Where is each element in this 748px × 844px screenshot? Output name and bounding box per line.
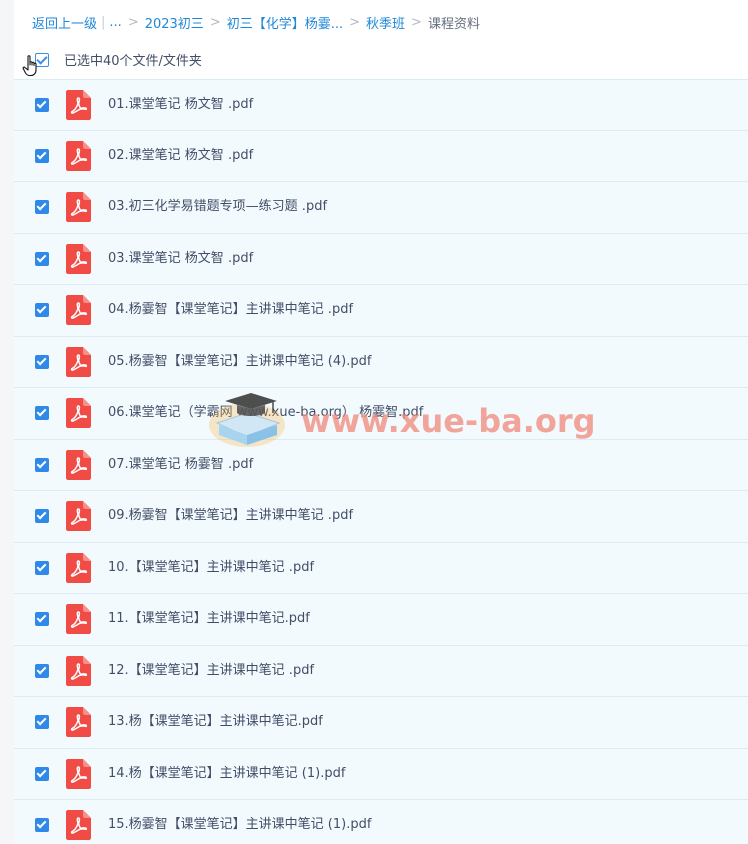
select-all-checkbox[interactable]: [35, 53, 49, 67]
file-row[interactable]: 10.【课堂笔记】主讲课中笔记 .pdf: [14, 542, 748, 594]
row-checkbox[interactable]: [35, 200, 49, 215]
pdf-icon: [66, 810, 91, 841]
selection-count-label: 已选中40个文件/文件夹: [64, 54, 202, 69]
file-row[interactable]: 05.杨霎智【课堂笔记】主讲课中笔记 (4).pdf: [14, 336, 748, 388]
pdf-icon: [66, 140, 91, 171]
left-rail: [0, 0, 14, 844]
row-checkbox[interactable]: [35, 354, 49, 369]
breadcrumb: 返回上一级 | ... > 2023初三 > 初三【化学】杨霎... > 秋季班…: [32, 12, 480, 32]
breadcrumb-ellipsis[interactable]: ...: [109, 15, 121, 30]
file-row[interactable]: 12.【课堂笔记】主讲课中笔记 .pdf: [14, 645, 748, 697]
back-link[interactable]: 返回上一级: [32, 13, 97, 32]
row-checkbox[interactable]: [35, 715, 49, 730]
pdf-icon: [66, 295, 91, 326]
pdf-icon: [66, 604, 91, 635]
row-checkbox[interactable]: [35, 148, 49, 163]
file-name: 03.初三化学易错题专项—练习题 .pdf: [108, 199, 328, 215]
pdf-icon: [66, 89, 91, 120]
file-row[interactable]: 13.杨【课堂笔记】主讲课中笔记.pdf: [14, 697, 748, 749]
pdf-icon: [66, 192, 91, 223]
row-checkbox[interactable]: [35, 303, 49, 318]
file-name: 01.课堂笔记 杨文智 .pdf: [108, 96, 254, 112]
file-row[interactable]: 15.杨霎智【课堂笔记】主讲课中笔记 (1).pdf: [14, 800, 748, 844]
file-row[interactable]: 02.课堂笔记 杨文智 .pdf: [14, 130, 748, 182]
row-checkbox[interactable]: [35, 612, 49, 627]
file-name: 07.课堂笔记 杨霎智 .pdf: [108, 456, 254, 472]
pdf-icon: [66, 655, 91, 686]
row-checkbox[interactable]: [35, 406, 49, 421]
row-checkbox[interactable]: [35, 818, 49, 833]
row-checkbox[interactable]: [35, 560, 49, 575]
file-row[interactable]: 01.课堂笔记 杨文智 .pdf: [14, 79, 748, 131]
file-row[interactable]: 07.课堂笔记 杨霎智 .pdf: [14, 439, 748, 491]
breadcrumb-separator: >: [127, 14, 139, 30]
row-checkbox[interactable]: [35, 457, 49, 472]
pdf-icon: [66, 243, 91, 274]
file-name: 12.【课堂笔记】主讲课中笔记 .pdf: [108, 662, 315, 678]
breadcrumb-divider: |: [101, 14, 106, 30]
row-checkbox[interactable]: [35, 766, 49, 781]
pdf-icon: [66, 398, 91, 429]
pdf-icon: [66, 346, 91, 377]
pdf-icon: [66, 449, 91, 480]
file-name: 05.杨霎智【课堂笔记】主讲课中笔记 (4).pdf: [108, 353, 372, 369]
file-row[interactable]: 04.杨霎智【课堂笔记】主讲课中笔记 .pdf: [14, 285, 748, 337]
pdf-icon: [66, 758, 91, 789]
file-name: 15.杨霎智【课堂笔记】主讲课中笔记 (1).pdf: [108, 817, 372, 833]
pdf-icon: [66, 552, 91, 583]
file-name: 04.杨霎智【课堂笔记】主讲课中笔记 .pdf: [108, 302, 354, 318]
file-row[interactable]: 14.杨【课堂笔记】主讲课中笔记 (1).pdf: [14, 748, 748, 800]
file-row[interactable]: 03.课堂笔记 杨文智 .pdf: [14, 233, 748, 285]
file-name: 09.杨霎智【课堂笔记】主讲课中笔记 .pdf: [108, 508, 354, 524]
file-list: 01.课堂笔记 杨文智 .pdf 02.课堂笔记 杨文智 .pdf 03.初三化…: [14, 79, 748, 844]
file-name: 14.杨【课堂笔记】主讲课中笔记 (1).pdf: [108, 765, 346, 781]
file-row[interactable]: 09.杨霎智【课堂笔记】主讲课中笔记 .pdf: [14, 491, 748, 543]
file-name: 06.课堂笔记（学霸网 www.xue-ba.org） 杨霎智.pdf: [108, 405, 424, 421]
breadcrumb-item-subject[interactable]: 初三【化学】杨霎...: [227, 13, 343, 32]
breadcrumb-current: 课程资料: [427, 16, 480, 32]
file-name: 02.课堂笔记 杨文智 .pdf: [108, 147, 254, 163]
file-name: 03.课堂笔记 杨文智 .pdf: [108, 250, 254, 266]
row-checkbox[interactable]: [35, 97, 49, 112]
file-name: 13.杨【课堂笔记】主讲课中笔记.pdf: [108, 714, 323, 730]
file-name: 10.【课堂笔记】主讲课中笔记 .pdf: [108, 559, 315, 575]
row-checkbox[interactable]: [35, 663, 49, 678]
breadcrumb-separator: >: [349, 14, 361, 30]
breadcrumb-item-grade[interactable]: 2023初三: [145, 13, 204, 32]
row-checkbox[interactable]: [35, 509, 49, 524]
file-row[interactable]: 11.【课堂笔记】主讲课中笔记.pdf: [14, 594, 748, 646]
breadcrumb-separator: >: [209, 14, 221, 30]
breadcrumb-separator: >: [411, 14, 422, 30]
pdf-icon: [66, 707, 91, 738]
breadcrumb-item-term[interactable]: 秋季班: [366, 13, 405, 32]
file-row[interactable]: 03.初三化学易错题专项—练习题 .pdf: [14, 182, 748, 234]
file-row[interactable]: 06.课堂笔记（学霸网 www.xue-ba.org） 杨霎智.pdf: [14, 388, 748, 440]
pdf-icon: [66, 501, 91, 532]
file-name: 11.【课堂笔记】主讲课中笔记.pdf: [108, 611, 310, 627]
row-checkbox[interactable]: [35, 251, 49, 266]
